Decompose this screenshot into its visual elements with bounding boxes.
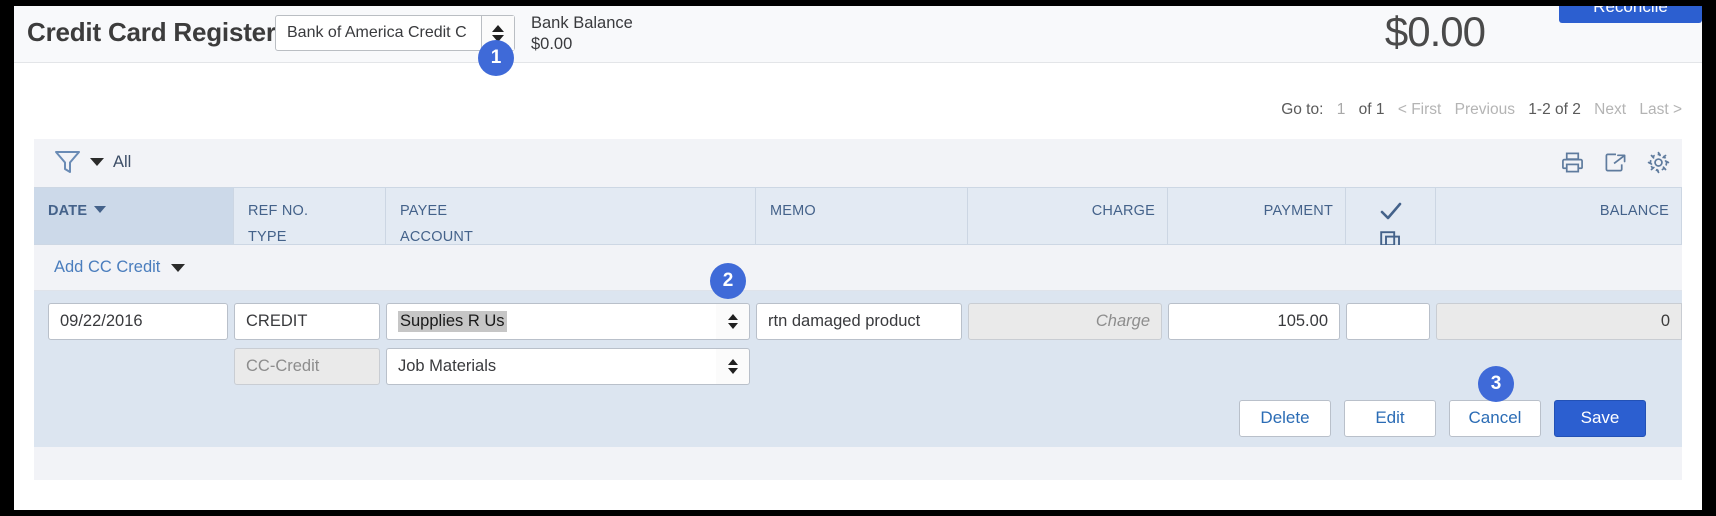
column-label-balance: BALANCE	[1599, 203, 1669, 219]
funnel-icon[interactable]	[54, 149, 81, 175]
app-window: Credit Card Register Bank of America Cre…	[14, 6, 1702, 510]
chevron-down-icon[interactable]	[90, 158, 104, 166]
account-field[interactable]: Job Materials	[386, 348, 716, 385]
register-header: Credit Card Register Bank of America Cre…	[14, 6, 1702, 63]
account-dropdown-stepper[interactable]	[716, 348, 750, 385]
column-label-payee: PAYEE	[400, 203, 448, 219]
column-header-date[interactable]: DATE	[34, 188, 234, 244]
filter-label: All	[113, 152, 132, 171]
balance-field: 0	[1436, 303, 1682, 340]
save-button[interactable]: Save	[1554, 399, 1646, 437]
goto-label: Go to:	[1281, 101, 1324, 118]
callout-badge-2: 2	[710, 263, 746, 299]
payee-dropdown-stepper[interactable]	[716, 303, 750, 340]
reconcile-button[interactable]: Reconcile	[1559, 6, 1702, 23]
column-header-memo[interactable]: MEMO	[756, 188, 968, 244]
filter-bar: All	[34, 139, 1682, 187]
transaction-edit-row-secondary: CC-Credit Job Materials	[34, 344, 1682, 389]
column-label-memo: MEMO	[770, 203, 816, 219]
account-select[interactable]: Bank of America Credit C	[275, 15, 515, 51]
ref-no-field[interactable]: CREDIT	[234, 303, 380, 340]
column-header-reconcile-status[interactable]	[1346, 188, 1436, 251]
screenshot-root: Credit Card Register Bank of America Cre…	[0, 0, 1716, 516]
callout-badge-1: 1	[478, 40, 514, 76]
transaction-edit-row-primary: 09/22/2016 CREDIT Supplies R Us rtn dama…	[34, 299, 1682, 344]
payee-field-value: Supplies R Us	[398, 311, 507, 332]
column-header-payee[interactable]: PAYEE ACCOUNT	[386, 188, 756, 245]
account-select-value: Bank of America Credit C	[287, 24, 467, 41]
form-action-buttons: Delete Edit Cancel Save	[34, 389, 1682, 447]
table-header-row: DATE REF NO. TYPE PAYEE ACCOUNT MEMO CHA…	[34, 187, 1682, 251]
register-panel: All DATE REF NO. TYPE PAYEE ACCOUNT MEMO…	[34, 139, 1682, 480]
column-header-payment[interactable]: PAYMENT	[1168, 188, 1346, 244]
column-header-charge[interactable]: CHARGE	[968, 188, 1168, 244]
next-page-link[interactable]: Next	[1594, 101, 1626, 118]
callout-badge-3: 3	[1478, 366, 1514, 402]
record-range: 1-2 of 2	[1528, 101, 1581, 118]
cancel-button[interactable]: Cancel	[1449, 399, 1541, 437]
page-number-input[interactable]: 1	[1337, 101, 1346, 118]
page-title: Credit Card Register	[27, 17, 276, 47]
bank-balance-label: Bank Balance	[531, 14, 633, 32]
sort-desc-icon	[94, 206, 107, 213]
column-header-ref-no[interactable]: REF NO. TYPE	[234, 188, 386, 245]
column-label-ref-no: REF NO.	[248, 203, 309, 219]
column-label-charge: CHARGE	[1091, 203, 1155, 219]
memo-field[interactable]: rtn damaged product	[756, 303, 962, 340]
date-field[interactable]: 09/22/2016	[48, 303, 228, 340]
first-page-link[interactable]: < First	[1398, 101, 1442, 118]
delete-button[interactable]: Delete	[1239, 399, 1331, 437]
chevron-down-icon[interactable]	[171, 263, 186, 272]
column-header-balance[interactable]: BALANCE	[1436, 188, 1682, 244]
filter-control[interactable]: All	[54, 149, 131, 175]
export-icon[interactable]	[1604, 151, 1627, 174]
previous-page-link[interactable]: Previous	[1455, 101, 1515, 118]
pagination-controls: Go to: 1 of 1 < First Previous 1-2 of 2 …	[1281, 101, 1682, 119]
print-icon[interactable]	[1561, 151, 1584, 174]
payment-field[interactable]: 105.00	[1168, 303, 1340, 340]
of-pages: of 1	[1358, 101, 1385, 118]
bank-balance-amount: $0.00	[531, 35, 573, 53]
add-cc-credit-button[interactable]: Add CC Credit	[54, 258, 186, 277]
register-total-amount: $0.00	[1384, 8, 1486, 55]
type-field: CC-Credit	[234, 348, 380, 385]
add-cc-credit-label: Add CC Credit	[54, 258, 161, 276]
column-label-date: DATE	[48, 203, 88, 219]
edit-button[interactable]: Edit	[1344, 399, 1436, 437]
check-icon	[1346, 198, 1435, 230]
transaction-edit-form: 09/22/2016 CREDIT Supplies R Us rtn dama…	[34, 291, 1682, 447]
pagination-bar: Go to: 1 of 1 < First Previous 1-2 of 2 …	[14, 63, 1702, 139]
reconcile-status-field[interactable]	[1346, 303, 1430, 340]
bank-balance: Bank Balance $0.00	[531, 13, 633, 55]
column-label-payment: PAYMENT	[1263, 203, 1333, 219]
gear-icon[interactable]	[1647, 151, 1670, 174]
add-transaction-row: Add CC Credit	[34, 245, 1682, 291]
last-page-link[interactable]: Last >	[1639, 101, 1682, 118]
charge-field[interactable]: Charge	[968, 303, 1162, 340]
toolbar-icons	[1561, 151, 1670, 174]
